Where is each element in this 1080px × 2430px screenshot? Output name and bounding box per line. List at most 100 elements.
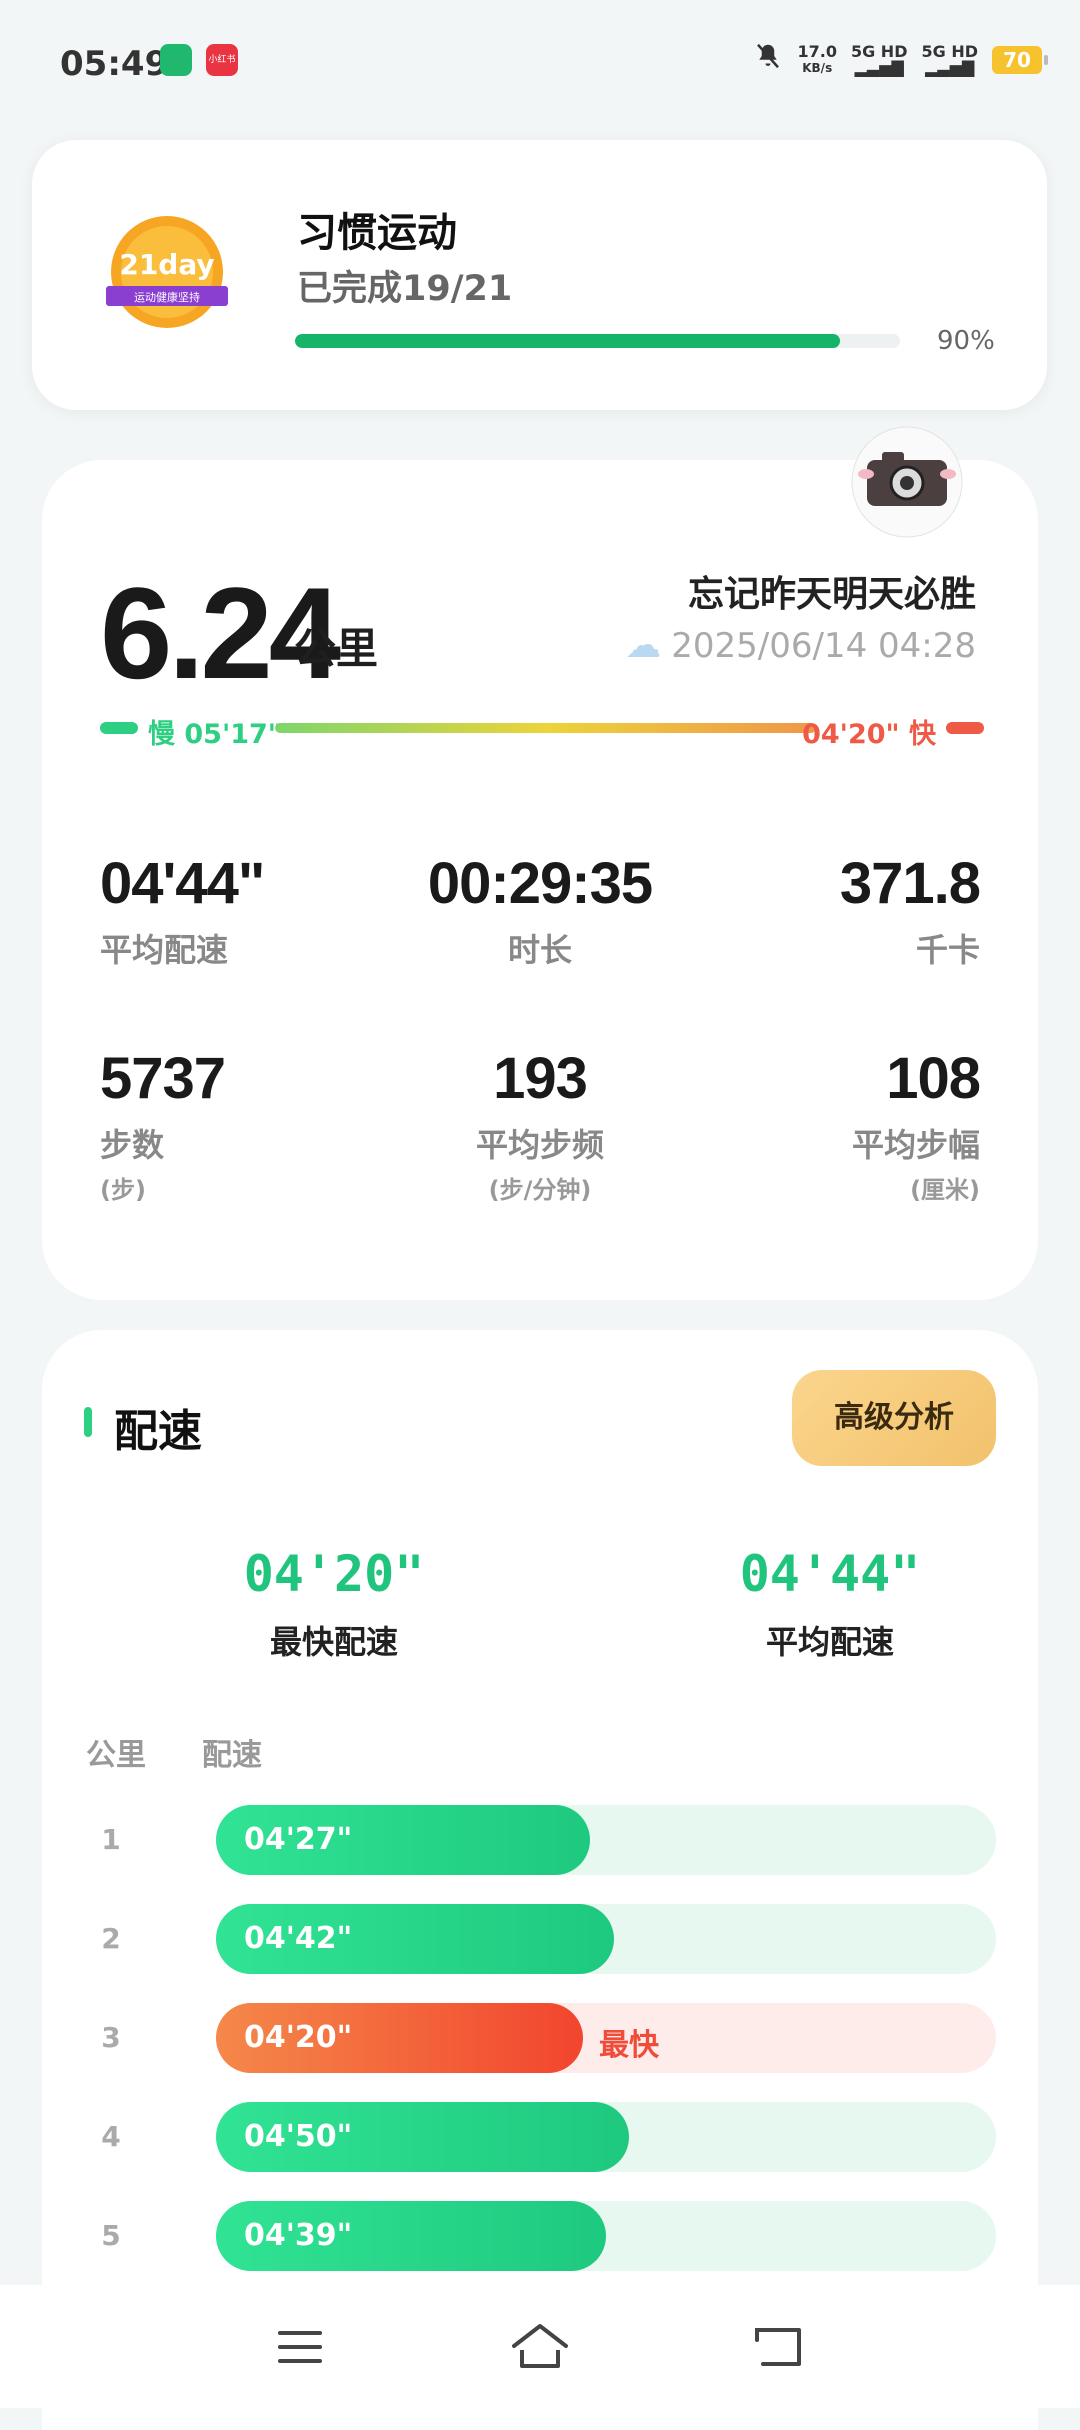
section-marker xyxy=(84,1407,92,1437)
slogan-text: 忘记昨天明天必胜 xyxy=(687,574,976,615)
split-row: 3 04'20" 最快 xyxy=(86,2003,996,2073)
fastest-tag: 最快 xyxy=(599,2028,659,2063)
split-track: 04'50" xyxy=(216,2102,996,2172)
home-icon xyxy=(512,2324,568,2368)
split-row: 1 04'27" xyxy=(86,1805,996,1875)
split-row: 5 04'39" xyxy=(86,2201,996,2271)
pace-card: 配速 高级分析 04'20" 最快配速 04'44" 平均配速 公里 配速 1 0… xyxy=(42,1330,1038,2430)
metric-unit: (厘米) xyxy=(910,1176,980,1204)
metric-label: 步数 xyxy=(100,1126,165,1164)
metric-calories: 371.8 千卡 xyxy=(680,850,981,971)
metric-value: 04'44" xyxy=(100,851,265,916)
split-bar: 04'27" xyxy=(216,1805,590,1875)
metric-cadence: 193 平均步频 (步/分钟) xyxy=(390,1045,690,1205)
metric-value: 193 xyxy=(493,1046,588,1111)
pace-slow-label: 慢 05'17" xyxy=(148,719,282,750)
badge-text: 21day xyxy=(119,248,214,281)
average-pace-summary: 04'44" 平均配速 xyxy=(630,1545,1030,1663)
split-track: 04'39" xyxy=(216,2201,996,2271)
metric-label: 平均步幅 xyxy=(851,1126,980,1164)
net-speed-unit: KB/s xyxy=(802,61,833,75)
avatar-camera-sticker-icon xyxy=(851,426,963,538)
split-bar: 04'50" xyxy=(216,2102,629,2172)
pace-scale-slow-marker xyxy=(100,722,138,734)
habit-progress-text: 已完成19/21 xyxy=(297,269,513,309)
pace-gradient-bar xyxy=(275,723,816,733)
metric-value: 00:29:35 xyxy=(427,851,653,916)
nav-home-button[interactable] xyxy=(505,2315,575,2379)
split-bar: 04'39" xyxy=(216,2201,606,2271)
column-header-km: 公里 xyxy=(86,1738,146,1773)
split-track: 04'27" xyxy=(216,1805,996,1875)
signal-1: 5G HD ▂▃▅▇ xyxy=(851,44,908,76)
pace-scale-fast-marker xyxy=(946,722,984,734)
split-pace: 04'20" xyxy=(244,2020,353,2055)
split-row: 2 04'42" xyxy=(86,1904,996,1974)
back-icon xyxy=(755,2328,801,2366)
split-track: 04'42" xyxy=(216,1904,996,1974)
net-speed-value: 17.0 xyxy=(797,42,837,61)
split-row: 4 04'50" xyxy=(86,2102,996,2172)
menu-icon xyxy=(278,2331,322,2363)
habit-percent: 90% xyxy=(937,326,995,356)
split-pace: 04'50" xyxy=(244,2119,353,2154)
habit-progress-bar xyxy=(295,334,900,348)
split-km: 3 xyxy=(101,2021,121,2054)
split-km: 4 xyxy=(101,2120,121,2153)
run-summary-card: 6.24 公里 忘记昨天明天必胜 ☁ 2025/06/14 04:28 慢 05… xyxy=(42,460,1038,1300)
metric-value: 5737 xyxy=(100,1046,226,1111)
average-pace-value: 04'44" xyxy=(739,1545,921,1603)
split-km: 5 xyxy=(101,2219,121,2252)
21day-badge-icon: 21day 运动健康坚持 xyxy=(106,216,228,328)
fastest-pace-label: 最快配速 xyxy=(269,1623,398,1661)
signal-bars-icon: ▂▃▅▇ xyxy=(925,58,975,77)
cloud-icon: ☁ xyxy=(625,625,662,666)
split-pace: 04'42" xyxy=(244,1921,353,1956)
metric-stride: 108 平均步幅 (厘米) xyxy=(680,1045,981,1205)
metric-value: 108 xyxy=(886,1046,981,1111)
date-row: ☁ 2025/06/14 04:28 xyxy=(625,625,976,666)
mute-bell-icon xyxy=(753,41,783,79)
status-time: 05:49 xyxy=(60,44,169,84)
battery-indicator: 70 xyxy=(992,46,1048,74)
badge-sub: 运动健康坚持 xyxy=(134,290,200,304)
status-right: 17.0 KB/s 5G HD ▂▃▅▇ 5G HD ▂▃▅▇ 70 xyxy=(753,40,1048,80)
habit-title: 习惯运动 xyxy=(297,210,457,256)
system-nav-bar xyxy=(0,2285,1080,2408)
metric-value: 371.8 xyxy=(839,851,981,916)
metric-duration: 00:29:35 时长 xyxy=(390,850,690,971)
net-speed: 17.0 KB/s xyxy=(797,44,836,76)
habit-card[interactable]: 21day 运动健康坚持 习惯运动 已完成19/21 90% xyxy=(32,140,1047,410)
pace-fast-label: 04'20" 快 xyxy=(802,719,936,750)
metric-label: 时长 xyxy=(507,931,572,969)
split-pace: 04'39" xyxy=(244,2218,353,2253)
fastest-pace-summary: 04'20" 最快配速 xyxy=(134,1545,534,1663)
pace-scale: 慢 05'17" 04'20" 快 xyxy=(100,708,984,750)
metric-label: 千卡 xyxy=(915,931,980,969)
pace-section-title: 配速 xyxy=(114,1406,202,1457)
split-bar: 04'20" xyxy=(216,2003,583,2073)
split-pace: 04'27" xyxy=(244,1822,353,1857)
split-km: 1 xyxy=(101,1823,121,1856)
metric-unit: (步/分钟) xyxy=(488,1176,592,1204)
habit-progress-fill xyxy=(295,334,840,348)
metric-unit: (步) xyxy=(100,1176,146,1204)
wechat-icon xyxy=(160,44,192,76)
split-track: 04'20" 最快 xyxy=(216,2003,996,2073)
status-bar: 05:49 小红书 17.0 KB/s 5G HD ▂▃▅▇ 5G HD ▂▃▅… xyxy=(0,0,1080,130)
advanced-analysis-button[interactable]: 高级分析 xyxy=(792,1370,996,1466)
split-bar: 04'42" xyxy=(216,1904,614,1974)
metric-label: 平均配速 xyxy=(100,931,229,969)
average-pace-label: 平均配速 xyxy=(765,1623,894,1661)
redbook-icon: 小红书 xyxy=(206,44,238,76)
metric-label: 平均步频 xyxy=(475,1126,604,1164)
metric-steps: 5737 步数 (步) xyxy=(100,1045,400,1205)
run-datetime: 2025/06/14 04:28 xyxy=(671,625,976,666)
metric-avg-pace: 04'44" 平均配速 xyxy=(100,850,400,971)
nav-back-button[interactable] xyxy=(745,2315,815,2379)
nav-menu-button[interactable] xyxy=(265,2315,335,2379)
column-header-pace: 配速 xyxy=(202,1738,262,1773)
signal-2: 5G HD ▂▃▅▇ xyxy=(921,44,978,76)
fastest-pace-value: 04'20" xyxy=(243,1545,425,1603)
distance-unit: 公里 xyxy=(294,624,379,673)
